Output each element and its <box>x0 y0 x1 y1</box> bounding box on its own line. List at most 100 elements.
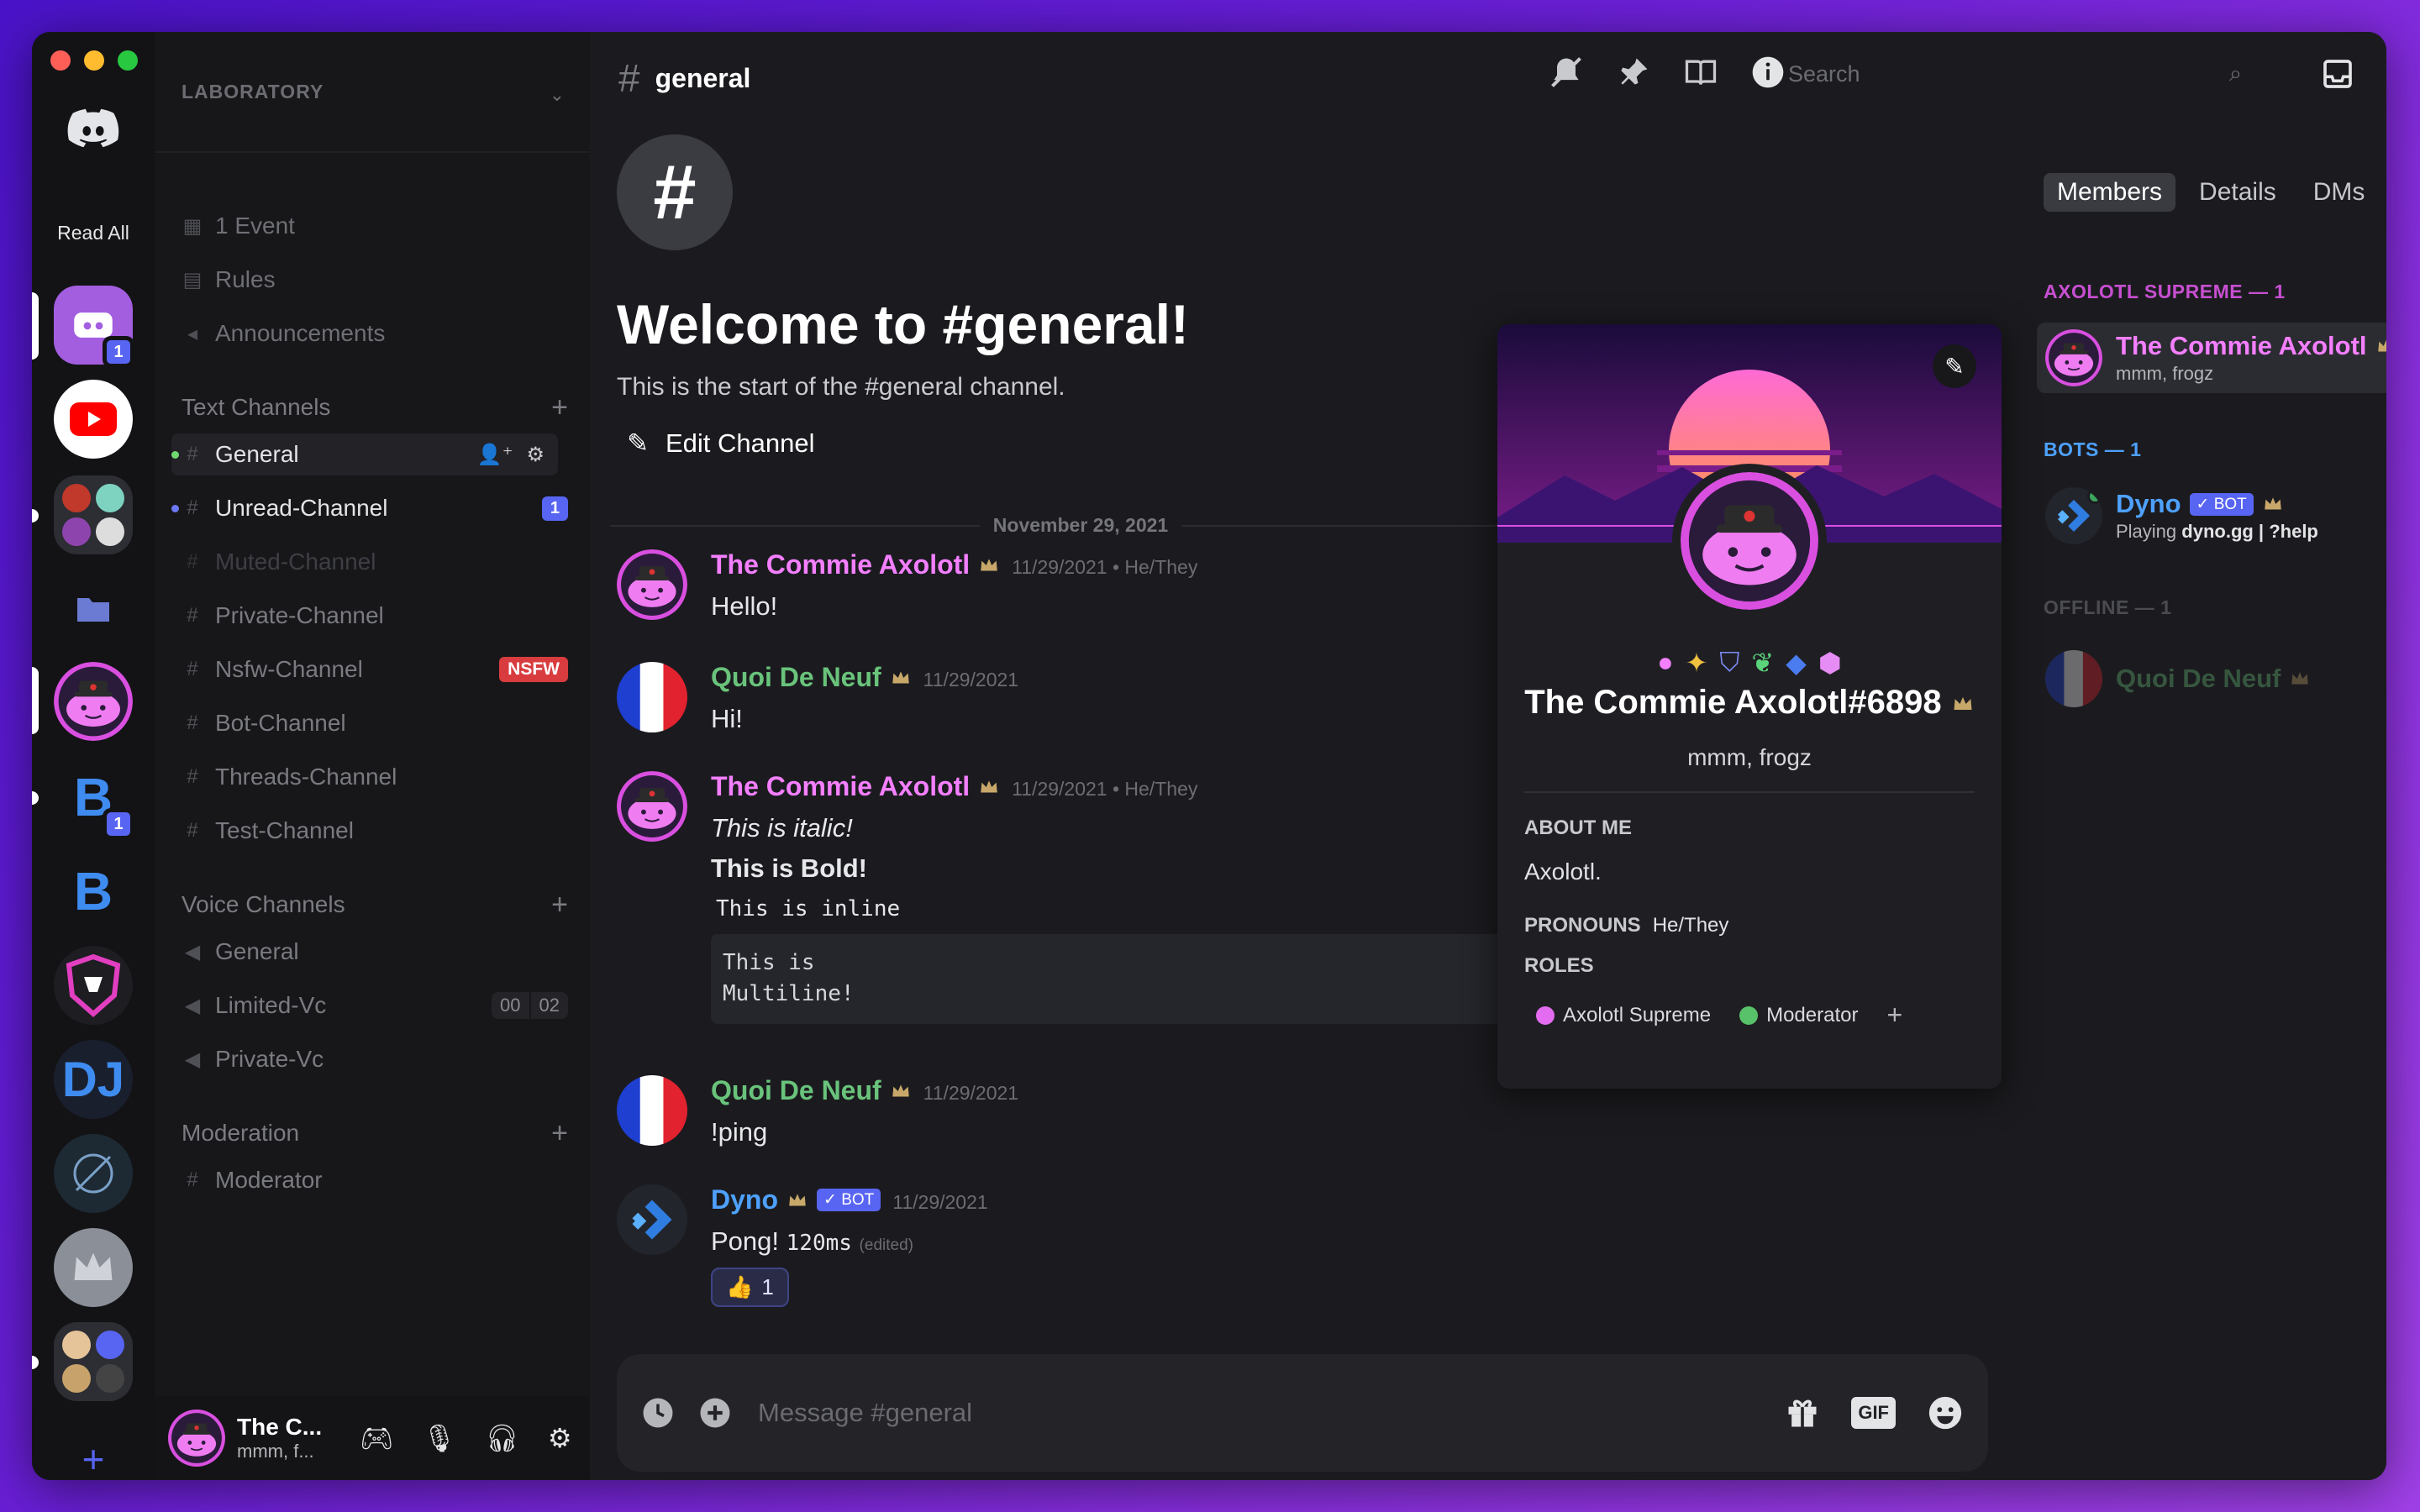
channel-general[interactable]: # General 👤⁺ ⚙ <box>171 433 558 475</box>
edit-channel-button[interactable]: ✎ Edit Channel <box>627 428 815 459</box>
info-icon[interactable] <box>1749 54 1786 91</box>
gif-button[interactable]: GIF <box>1851 1397 1896 1429</box>
member-quoi[interactable]: Quoi De Neuf <box>2037 643 2386 714</box>
discord-home-icon[interactable] <box>67 108 119 150</box>
server-indicator <box>32 667 39 734</box>
author-name[interactable]: Dyno ✓ BOT <box>711 1184 881 1215</box>
channel-bot[interactable]: # Bot-Channel <box>182 702 568 744</box>
mute-bell-icon[interactable] <box>1548 54 1585 91</box>
tab-details[interactable]: Details <box>2186 173 2290 212</box>
inbox-icon[interactable] <box>2321 57 2354 91</box>
channel-actions: 👤⁺ ⚙ <box>477 443 544 467</box>
channel-moderator[interactable]: # Moderator <box>182 1159 568 1201</box>
author-avatar[interactable] <box>617 771 687 842</box>
server-icon-b2[interactable]: B <box>54 852 133 931</box>
category-moderation[interactable]: Moderation + <box>182 1112 568 1154</box>
username-text: The Commie Axolotl#6898 <box>1524 684 1942 721</box>
role-pill[interactable]: Moderator <box>1739 1004 1858 1027</box>
app-window: Read All 1 B 1 B DJ + LABORATORY ⌄ ▦ 1 E… <box>32 32 2386 1480</box>
author-name[interactable]: The Commie Axolotl <box>711 771 1000 802</box>
voice-private[interactable]: ◀ Private-Vc <box>182 1038 568 1080</box>
axolotl-badge-icon[interactable]: ● <box>1657 647 1673 679</box>
add-channel-icon[interactable]: + <box>551 889 568 921</box>
user-info[interactable]: The C... mmm, f... <box>237 1414 338 1462</box>
rules-item[interactable]: ▤ Rules <box>182 259 568 301</box>
invite-icon[interactable]: 👤⁺ <box>477 443 513 467</box>
emoji-icon[interactable] <box>1926 1394 1965 1432</box>
message-input[interactable]: Message #general <box>758 1398 1784 1428</box>
server-icon-dj[interactable]: DJ <box>54 1040 133 1119</box>
shield-badge-icon[interactable]: ⛉ <box>1719 647 1739 679</box>
member-avatar <box>2045 329 2102 386</box>
read-all-button[interactable]: Read All <box>32 222 155 244</box>
message-body: Quoi De Neuf 11/29/2021 Hi! <box>711 662 1558 737</box>
server-icon-brain[interactable] <box>54 1134 133 1213</box>
gift-icon[interactable] <box>1784 1394 1821 1431</box>
pin-icon[interactable] <box>1615 54 1652 91</box>
voice-general[interactable]: ◀ General <box>182 931 568 973</box>
channel-nsfw[interactable]: # Nsfw-Channel NSFW <box>182 648 568 690</box>
server-folder-3[interactable] <box>54 1322 133 1401</box>
tab-dms[interactable]: DMs <box>2300 173 2379 212</box>
author-avatar[interactable] <box>617 1075 687 1146</box>
events-item[interactable]: ▦ 1 Event <box>182 205 568 247</box>
server-icon-youtube[interactable] <box>54 380 133 459</box>
search-input[interactable]: Search ⌕ <box>1788 55 2242 92</box>
edit-profile-button[interactable]: ✎ <box>1933 344 1976 388</box>
user-limit: 00 02 <box>492 992 568 1019</box>
gamepad-icon[interactable]: 🎮︎ <box>360 1422 394 1454</box>
chevron-down-icon[interactable]: ⌄ <box>550 84 565 106</box>
channel-threads[interactable]: # Threads-Channel <box>182 756 568 798</box>
user-avatar[interactable] <box>168 1410 225 1467</box>
announcements-item[interactable]: ◂ Announcements <box>182 312 568 354</box>
role-pill[interactable]: Axolotl Supreme <box>1536 1004 1711 1027</box>
threads-book-icon[interactable] <box>1682 54 1719 91</box>
member-axolotl[interactable]: The Commie Axolotl mmm, frogz <box>2037 323 2386 393</box>
zoom-window-button[interactable] <box>118 50 138 71</box>
server-folder-1[interactable] <box>54 475 133 554</box>
minimize-window-button[interactable] <box>84 50 104 71</box>
author-name[interactable]: Quoi De Neuf <box>711 1075 912 1106</box>
leaf-badge-icon[interactable]: ❦ <box>1751 647 1774 679</box>
author-avatar[interactable] <box>617 1184 687 1255</box>
channel-test[interactable]: # Test-Channel <box>182 810 568 852</box>
server-folder-2[interactable] <box>54 570 133 648</box>
hypesquad-badge-icon[interactable]: ✦ <box>1686 647 1708 679</box>
channel-label: General <box>215 441 299 467</box>
headphones-icon[interactable]: 🎧︎ <box>485 1422 519 1454</box>
channel-label: Bot-Channel <box>215 710 346 736</box>
tab-members[interactable]: Members <box>2044 173 2176 212</box>
microphone-icon[interactable]: 🎙︎ <box>423 1422 457 1454</box>
reaction-thumbs-up[interactable]: 👍 1 <box>711 1267 789 1307</box>
nitro-gem-icon[interactable]: ⬢ <box>1818 647 1842 679</box>
clock-icon[interactable] <box>640 1395 676 1431</box>
add-role-button[interactable]: + <box>1886 1000 1902 1031</box>
author-avatar[interactable] <box>617 662 687 732</box>
add-channel-icon[interactable]: + <box>551 391 568 424</box>
server-icon-shield[interactable] <box>54 946 133 1025</box>
author-name[interactable]: The Commie Axolotl <box>711 549 1000 580</box>
member-dyno[interactable]: Dyno ✓ BOT Playing dyno.gg | ?help <box>2037 480 2386 551</box>
add-attachment-icon[interactable] <box>697 1395 733 1431</box>
gear-icon[interactable]: ⚙ <box>526 443 544 467</box>
server-name[interactable]: LABORATORY <box>182 81 324 103</box>
settings-gear-icon[interactable]: ⚙ <box>548 1422 572 1454</box>
author-name[interactable]: Quoi De Neuf <box>711 662 912 693</box>
developer-badge-icon[interactable]: ◆ <box>1786 647 1807 679</box>
channel-muted[interactable]: # Muted-Channel <box>182 541 568 583</box>
server-icon-axolotl[interactable] <box>54 662 133 741</box>
add-server-icon[interactable]: + <box>32 1436 155 1480</box>
server-icon-crown[interactable] <box>54 1228 133 1307</box>
author-avatar[interactable] <box>617 549 687 620</box>
category-text-channels[interactable]: Text Channels + <box>182 386 568 428</box>
speaker-icon: ◀ <box>184 940 201 963</box>
channel-unread[interactable]: # Unread-Channel 1 <box>171 487 568 529</box>
channel-private[interactable]: # Private-Channel <box>182 595 568 637</box>
voice-limited[interactable]: ◀ Limited-Vc 00 02 <box>182 984 568 1026</box>
window-controls <box>50 50 138 71</box>
profile-status: mmm, frogz <box>1687 744 1812 770</box>
bold-text: This is Bold! <box>711 853 867 883</box>
category-voice-channels[interactable]: Voice Channels + <box>182 884 568 926</box>
close-window-button[interactable] <box>50 50 71 71</box>
add-channel-icon[interactable]: + <box>551 1117 568 1150</box>
